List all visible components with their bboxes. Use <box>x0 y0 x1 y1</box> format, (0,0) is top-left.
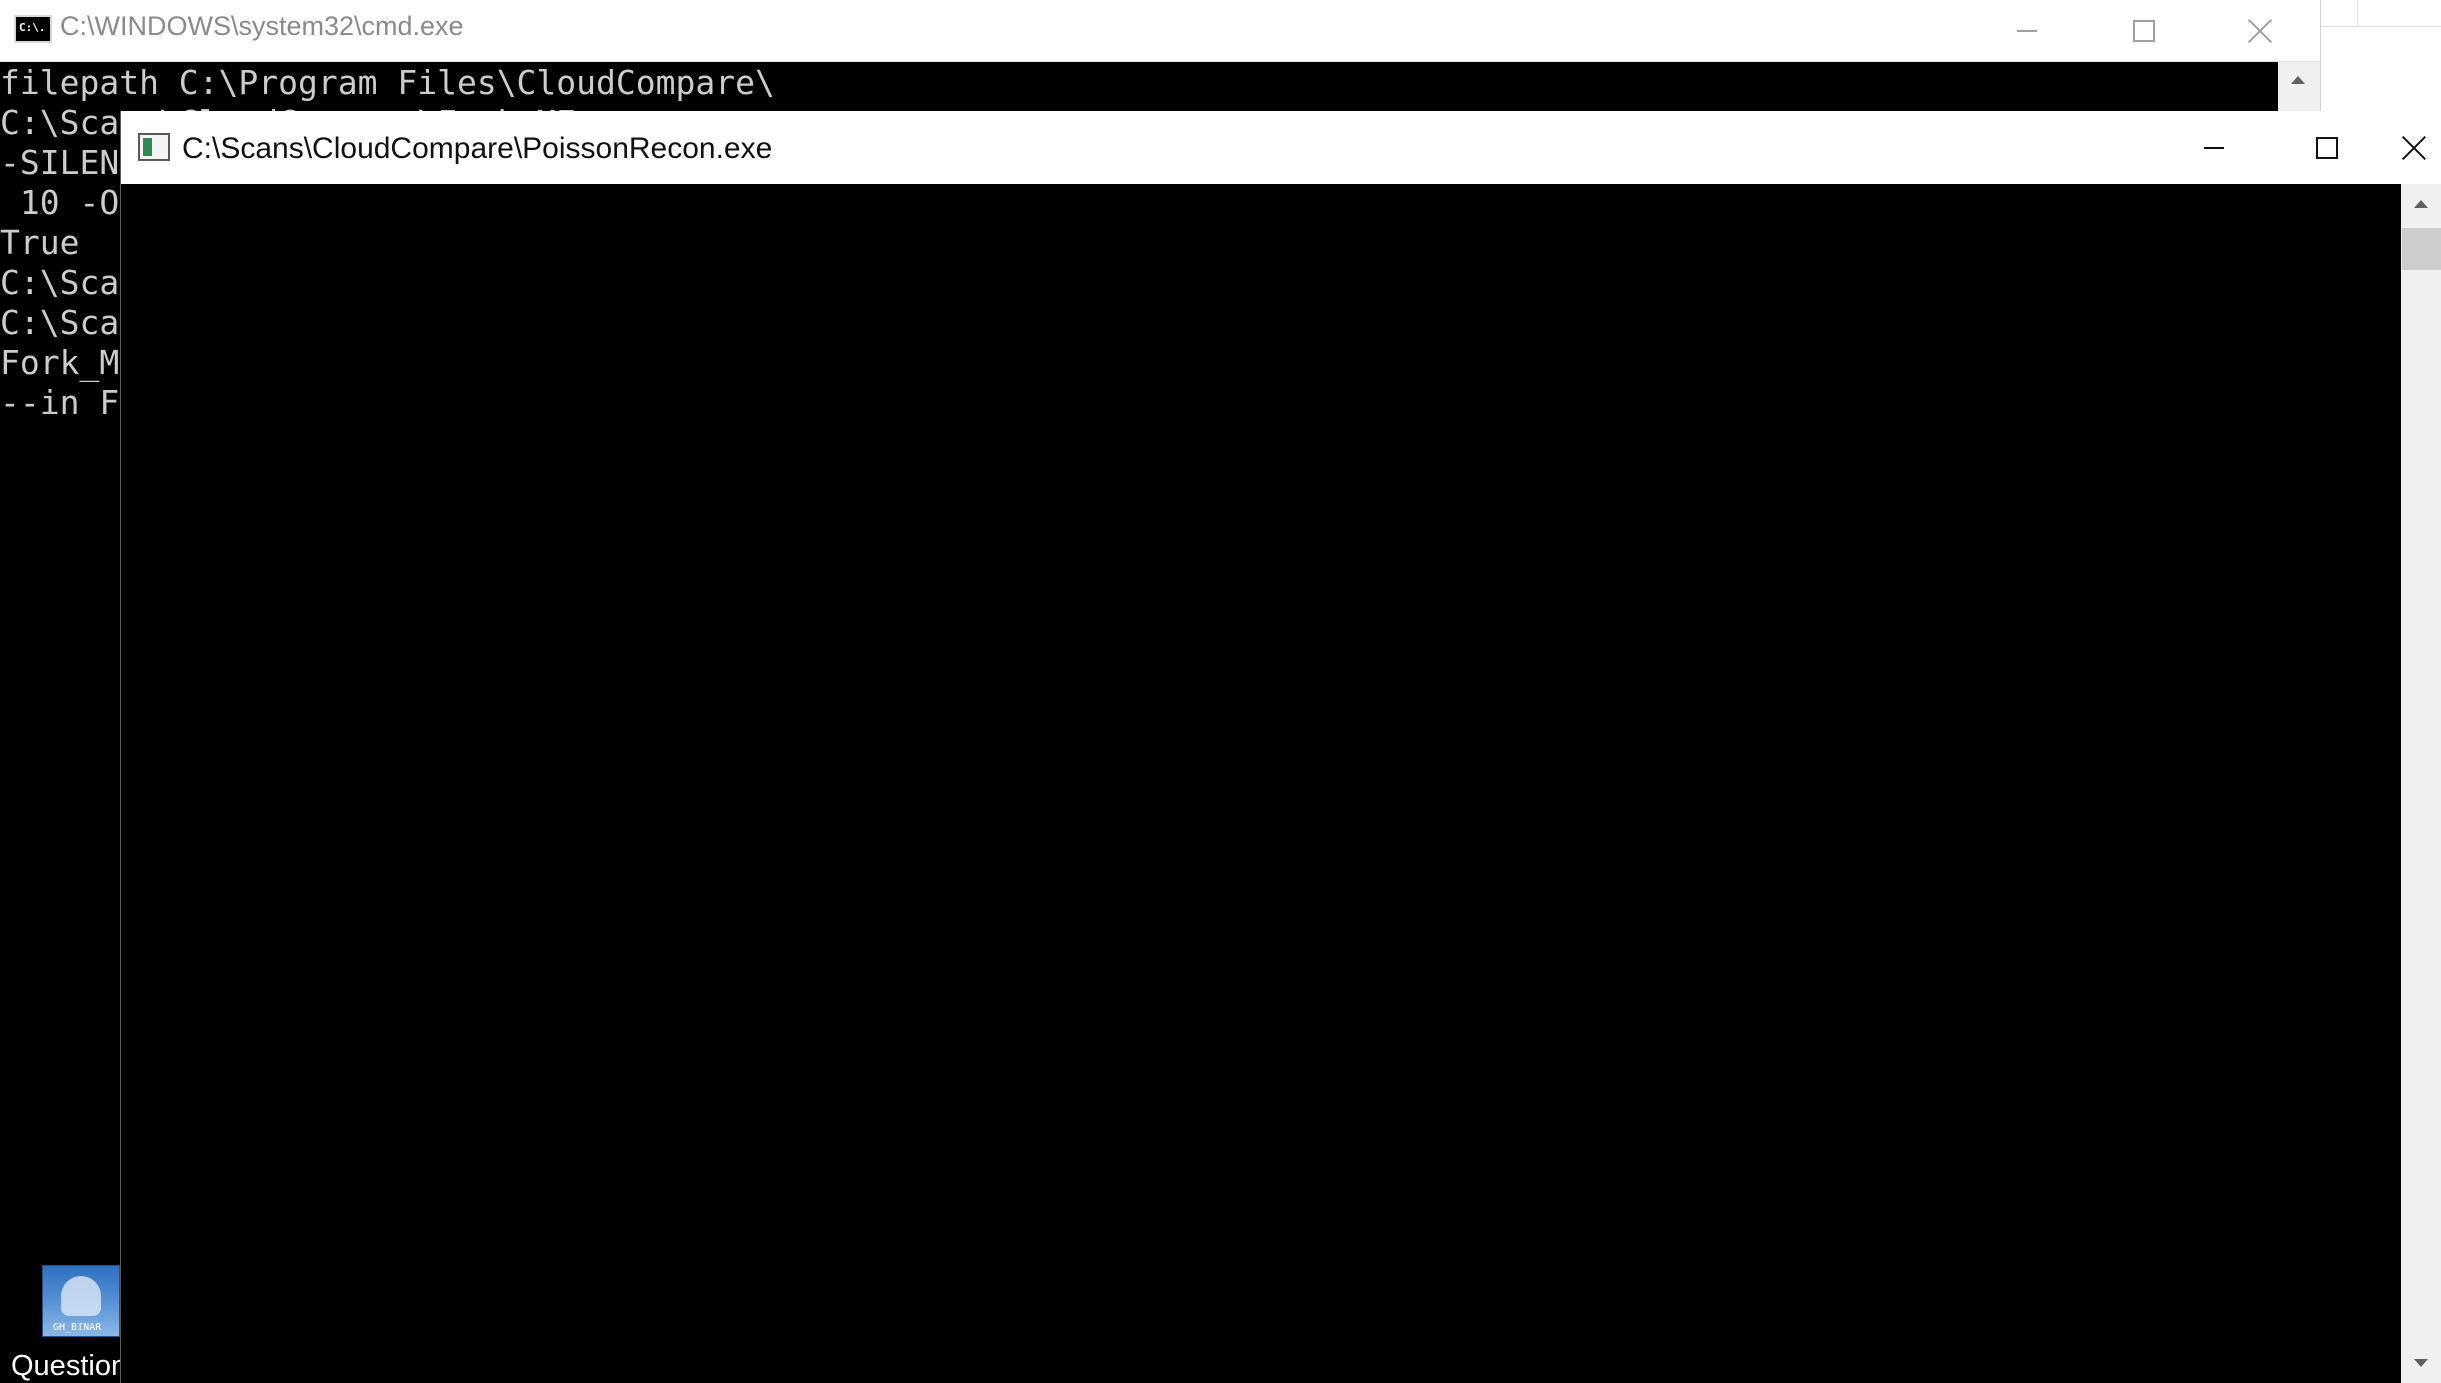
cmd-line: C:\Scan <box>0 303 140 342</box>
cmd-line: -SILENT <box>0 143 140 182</box>
cmd-line: True <box>0 223 80 262</box>
cmd-icon: C:\. <box>14 15 52 43</box>
console-app-icon <box>138 133 170 161</box>
minimize-icon <box>2204 146 2224 149</box>
cmd-minimize-button[interactable] <box>1970 0 2084 61</box>
cmd-line: --in Fo <box>0 383 140 422</box>
divider <box>2321 26 2441 27</box>
background-window-edge <box>2321 0 2441 112</box>
cmd-line: filepath C:\Program Files\CloudCompare\ <box>0 63 775 102</box>
close-icon <box>2402 136 2426 160</box>
desktop-shortcut[interactable]: GH_BINAR Question <box>0 1262 127 1383</box>
close-icon <box>2248 19 2272 43</box>
poisson-close-button[interactable] <box>2385 111 2441 184</box>
cmd-line: Fork_ME <box>0 343 140 382</box>
poisson-recon-window[interactable]: C:\Scans\CloudCompare\PoissonRecon.exe <box>120 111 2441 1383</box>
divider <box>2357 0 2358 26</box>
shortcut-thumbnail-icon: GH_BINAR <box>42 1265 120 1337</box>
cmd-maximize-button[interactable] <box>2087 0 2201 61</box>
maximize-icon <box>2316 136 2338 159</box>
poisson-minimize-button[interactable] <box>2157 111 2271 184</box>
poisson-scrollbar[interactable] <box>2401 184 2441 1383</box>
poisson-window-title: C:\Scans\CloudCompare\PoissonRecon.exe <box>182 132 773 165</box>
shortcut-thumbnail-caption: GH_BINAR <box>53 1322 102 1333</box>
maximize-icon <box>2133 19 2155 42</box>
figure-shape <box>61 1276 101 1316</box>
poisson-console-output[interactable] <box>121 184 2401 1383</box>
poisson-maximize-button[interactable] <box>2270 111 2384 184</box>
cmd-scrollbar[interactable] <box>2278 62 2320 112</box>
cmd-line: C:\Scan <box>0 263 140 302</box>
scroll-thumb[interactable] <box>2402 228 2441 270</box>
cmd-line: 10 -OF <box>0 183 140 222</box>
scroll-up-arrow-icon[interactable] <box>2414 200 2428 208</box>
cmd-close-button[interactable] <box>2203 0 2317 61</box>
cmd-window-title: C:\WINDOWS\system32\cmd.exe <box>60 11 464 41</box>
minimize-icon <box>2017 29 2037 32</box>
scroll-down-arrow-icon[interactable] <box>2414 1359 2428 1367</box>
shortcut-label: Question <box>11 1350 128 1382</box>
poisson-titlebar[interactable]: C:\Scans\CloudCompare\PoissonRecon.exe <box>121 111 2441 184</box>
cmd-titlebar[interactable]: C:\. C:\WINDOWS\system32\cmd.exe <box>0 0 2320 62</box>
scroll-up-arrow-icon[interactable] <box>2291 76 2305 84</box>
